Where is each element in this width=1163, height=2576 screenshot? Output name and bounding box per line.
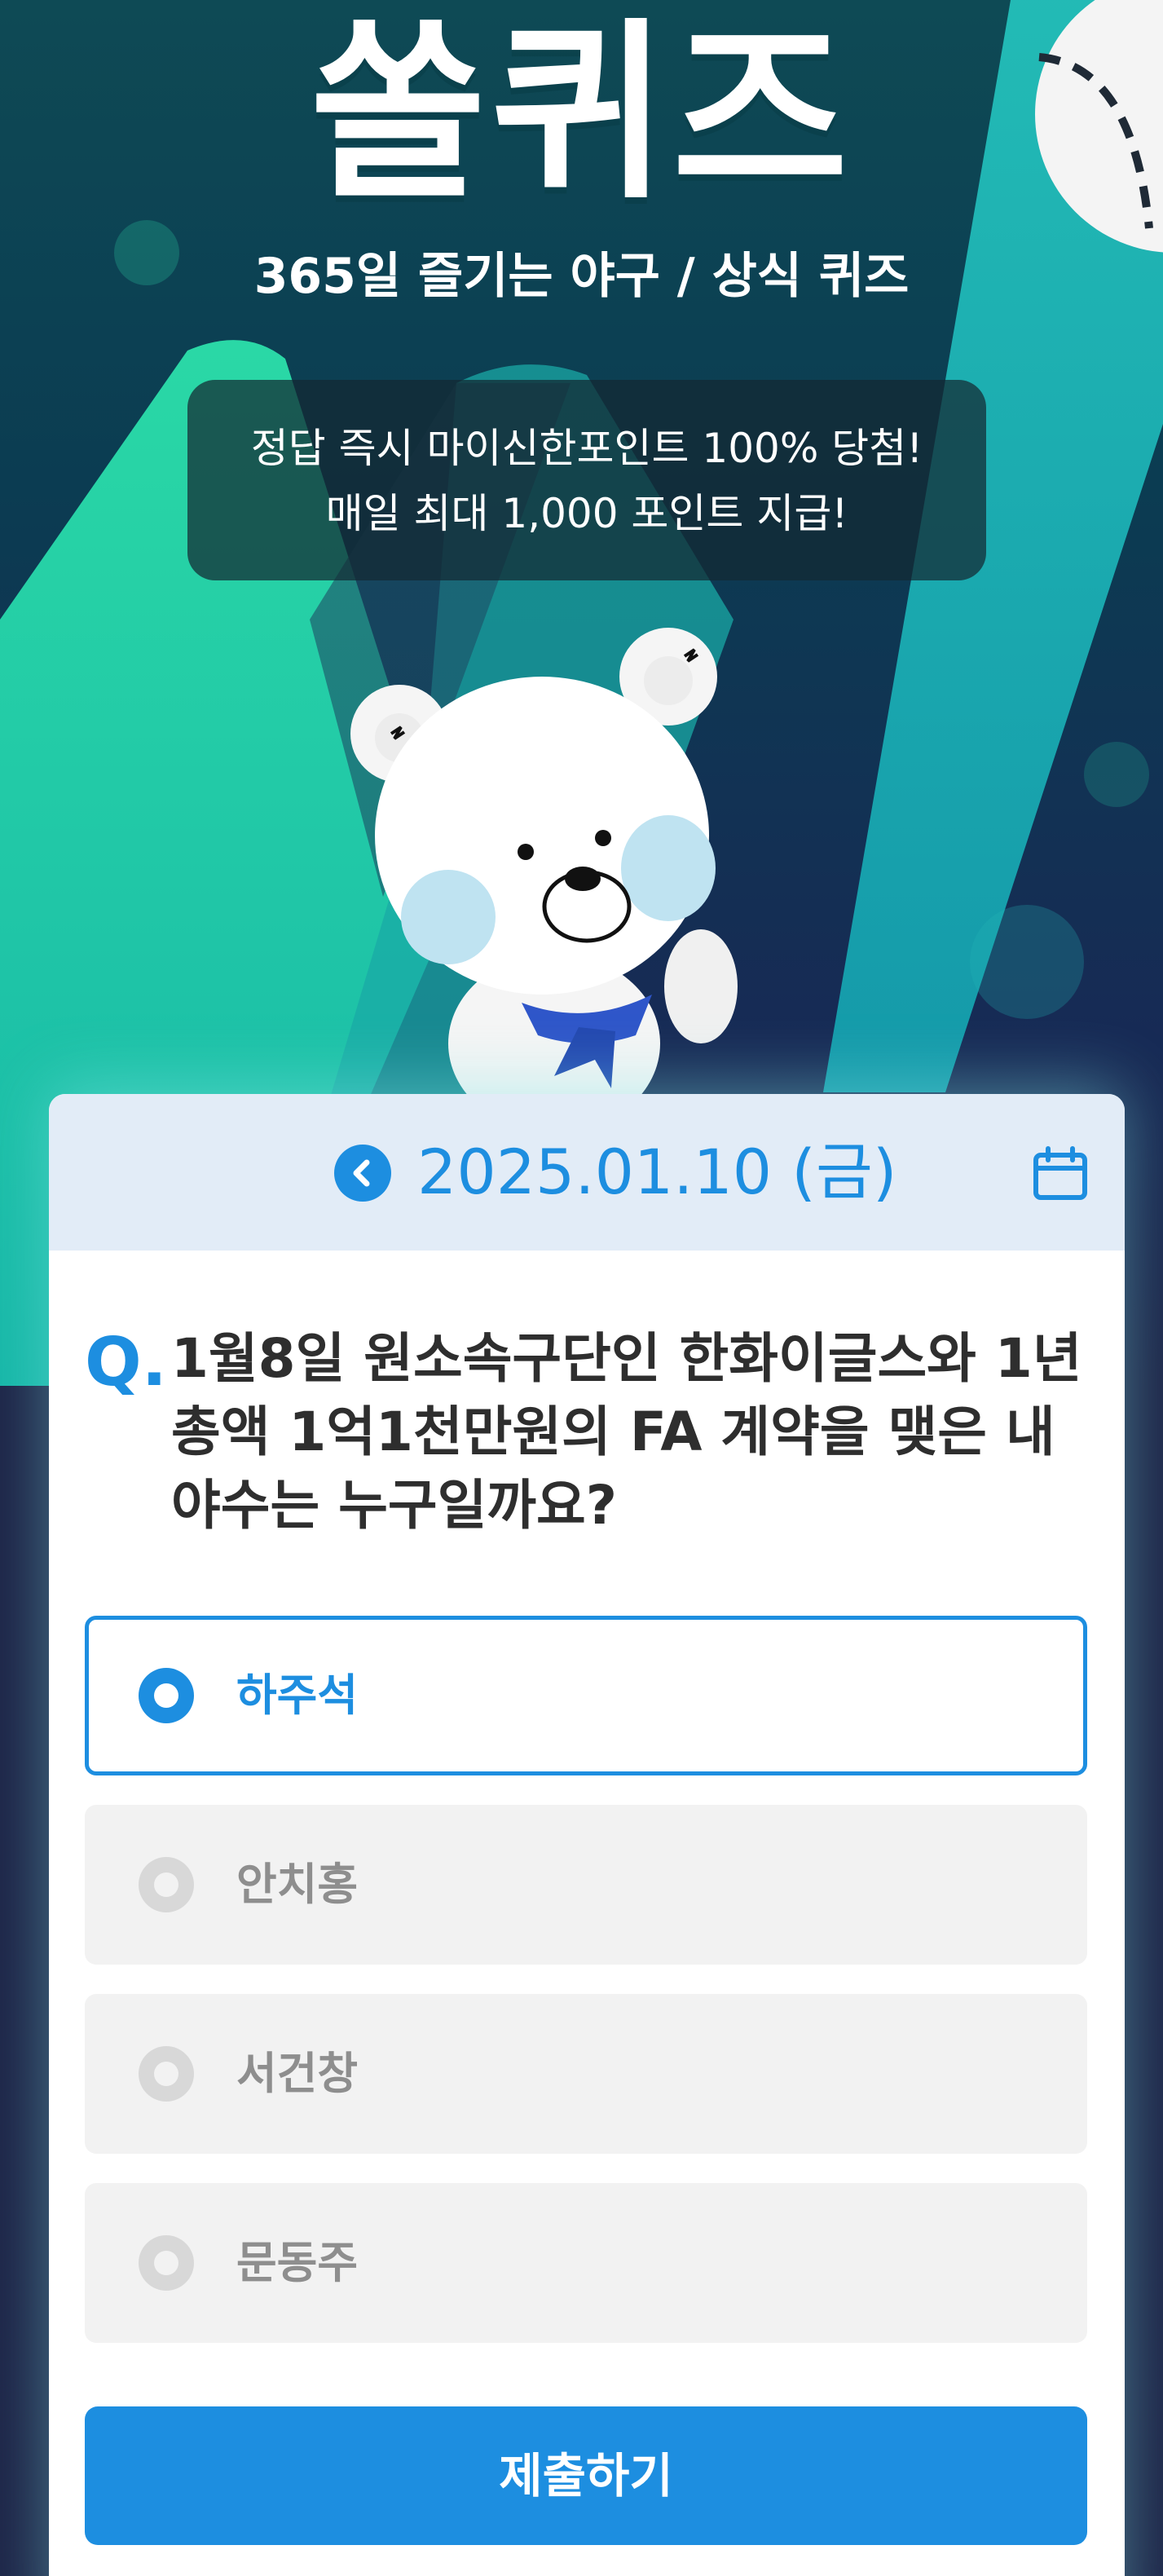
radio-icon bbox=[139, 2046, 194, 2102]
option-label: 하주석 bbox=[236, 1670, 359, 1721]
chevron-left-icon bbox=[353, 1159, 370, 1187]
quiz-subtitle: 365일 즐기는 야구 / 상식 퀴즈 bbox=[253, 248, 910, 305]
quiz-page: 쏠퀴즈 365일 즐기는 야구 / 상식 퀴즈 정답 즉시 마이신한포인트 10… bbox=[0, 0, 1163, 2576]
radio-icon bbox=[139, 1857, 194, 1912]
option-3[interactable]: 서건창 bbox=[85, 1994, 1087, 2154]
option-label: 안치홍 bbox=[236, 1859, 359, 1910]
prev-date-button[interactable] bbox=[334, 1145, 391, 1202]
promo-line-1: 정답 즉시 마이신한포인트 100% 당첨! bbox=[250, 425, 923, 472]
bear-mascot-icon bbox=[350, 628, 738, 1109]
promo-box: 정답 즉시 마이신한포인트 100% 당첨! 매일 최대 1,000 포인트 지… bbox=[187, 380, 986, 580]
radio-icon bbox=[139, 2235, 194, 2291]
submit-button[interactable]: 제출하기 bbox=[85, 2406, 1087, 2545]
quiz-title: 쏠퀴즈 bbox=[310, 2, 853, 225]
option-2[interactable]: 안치홍 bbox=[85, 1805, 1087, 1965]
option-1[interactable]: 하주석 bbox=[85, 1616, 1087, 1775]
calendar-icon bbox=[1033, 1146, 1087, 1200]
option-4[interactable]: 문동주 bbox=[85, 2183, 1087, 2343]
option-label: 서건창 bbox=[236, 2048, 359, 2099]
radio-selected-icon bbox=[139, 1668, 194, 1723]
question-mark-label: Q. bbox=[85, 1324, 167, 1401]
baseball-icon bbox=[1035, 0, 1163, 253]
quiz-date: 2025.01.10 (금) bbox=[417, 1136, 897, 1208]
date-bar: 2025.01.10 (금) bbox=[49, 1094, 1125, 1251]
calendar-button[interactable] bbox=[1032, 1145, 1089, 1202]
quiz-card: 2025.01.10 (금) Q. 1월8일 원소속구단인 한화이글스와 1년 … bbox=[49, 1094, 1125, 2576]
question-text: 1월8일 원소속구단인 한화이글스와 1년 총액 1억1천만원의 FA 계약을 … bbox=[171, 1327, 1082, 1537]
option-label: 문동주 bbox=[236, 2237, 359, 2288]
promo-line-2: 매일 최대 1,000 포인트 지급! bbox=[325, 490, 848, 537]
